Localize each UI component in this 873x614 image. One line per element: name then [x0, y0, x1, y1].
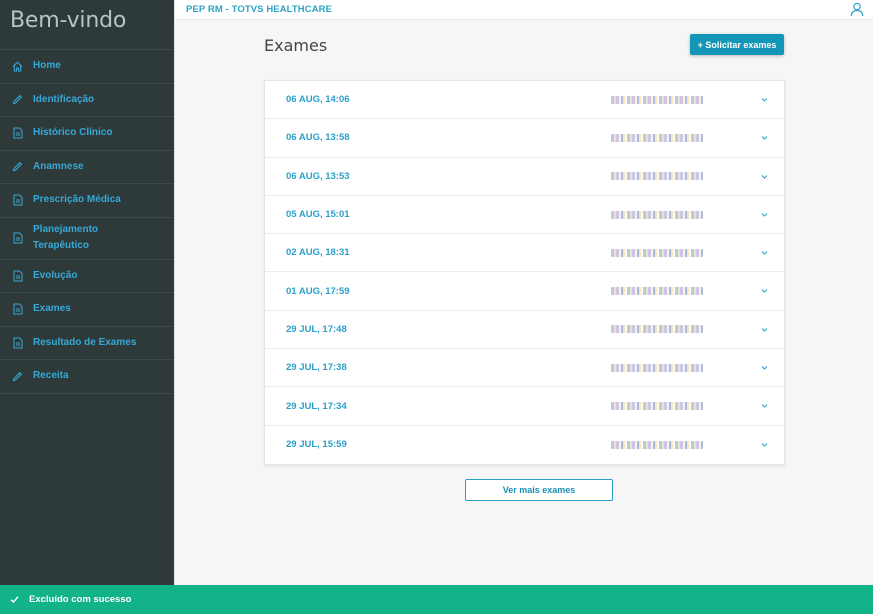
request-exams-button[interactable]: + Solicitar exames — [690, 34, 784, 55]
exam-info-redacted — [611, 133, 703, 142]
toast-message: Excluído com sucesso — [29, 594, 132, 605]
exam-date: 02 AUG, 18:31 — [286, 247, 350, 259]
exam-info-redacted — [611, 402, 703, 411]
exam-row[interactable]: 29 JUL, 17:34 — [265, 387, 784, 426]
exam-info-redacted — [611, 363, 703, 372]
sidebar-item-evolucao[interactable]: Evolução — [0, 260, 174, 293]
user-icon[interactable] — [850, 2, 864, 17]
exam-info-redacted — [611, 210, 703, 219]
exam-row[interactable]: 29 JUL, 17:38 — [265, 349, 784, 388]
exam-date: 06 AUG, 13:53 — [286, 170, 350, 182]
app-name: PEP RM - TOTVS HEALTHCARE — [186, 4, 333, 15]
chevron-down-icon[interactable] — [761, 173, 768, 180]
sidebar-item-identificacao[interactable]: Identificação — [0, 84, 174, 117]
sidebar-item-label: Planejamento Terapêutico — [33, 224, 99, 251]
exam-row[interactable]: 05 AUG, 15:01 — [265, 196, 784, 235]
exam-info-redacted — [611, 248, 703, 257]
pencil-icon — [12, 94, 23, 106]
top-bar: PEP RM - TOTVS HEALTHCARE — [175, 0, 873, 20]
document-icon — [12, 194, 23, 206]
exam-date: 29 JUL, 17:38 — [286, 362, 347, 374]
document-icon — [12, 270, 23, 282]
exam-date: 29 JUL, 15:59 — [286, 439, 347, 451]
sidebar-item-receita[interactable]: Receita — [0, 360, 174, 394]
sidebar-item-label: Home — [33, 60, 61, 72]
sidebar-item-label: Exames — [33, 303, 71, 315]
exam-row[interactable]: 06 AUG, 14:06 — [265, 81, 784, 120]
exam-date: 06 AUG, 14:06 — [286, 94, 350, 106]
chevron-down-icon[interactable] — [761, 134, 768, 141]
chevron-down-icon[interactable] — [761, 364, 768, 371]
exam-info-redacted — [611, 95, 703, 104]
sidebar-item-label: Resultado de Exames — [33, 336, 137, 348]
main-content: PEP RM - TOTVS HEALTHCARE Exames + Solic… — [174, 0, 873, 585]
sidebar: Bem-vindo Home Identificação Histórico C… — [0, 0, 174, 614]
sidebar-item-home[interactable]: Home — [0, 50, 174, 84]
sidebar-item-exames[interactable]: Exames — [0, 293, 174, 327]
exam-info-redacted — [611, 440, 703, 449]
chevron-down-icon[interactable] — [761, 326, 768, 333]
exam-row[interactable]: 29 JUL, 15:59 — [265, 426, 784, 464]
sidebar-item-planejamento-terapeutico[interactable]: Planejamento Terapêutico — [0, 218, 174, 260]
chevron-down-icon[interactable] — [761, 211, 768, 218]
exam-info-redacted — [611, 172, 703, 181]
exam-info-redacted — [611, 287, 703, 296]
document-icon — [12, 303, 23, 315]
success-toast: Excluído com sucesso — [0, 585, 873, 614]
pencil-icon — [12, 161, 23, 173]
chevron-down-icon[interactable] — [761, 249, 768, 256]
chevron-down-icon[interactable] — [761, 287, 768, 294]
exams-list: 06 AUG, 14:06 06 AUG, 13:58 06 AUG, 13:5… — [264, 80, 785, 465]
exam-date: 29 JUL, 17:34 — [286, 400, 347, 412]
sidebar-title: Bem-vindo — [0, 0, 174, 50]
pencil-icon — [12, 370, 23, 382]
sidebar-item-label: Anamnese — [33, 160, 84, 172]
sidebar-item-prescricao-medica[interactable]: Prescrição Médica — [0, 184, 174, 218]
chevron-down-icon[interactable] — [761, 441, 768, 448]
exam-row[interactable]: 06 AUG, 13:58 — [265, 119, 784, 158]
sidebar-item-historico-clinico[interactable]: Histórico Clínico — [0, 117, 174, 151]
exam-row[interactable]: 01 AUG, 17:59 — [265, 272, 784, 311]
exam-info-redacted — [611, 325, 703, 334]
exam-date: 29 JUL, 17:48 — [286, 323, 347, 335]
check-icon — [10, 595, 19, 604]
home-icon — [12, 60, 23, 72]
document-icon — [12, 337, 23, 349]
chevron-down-icon[interactable] — [761, 96, 768, 103]
sidebar-item-anamnese[interactable]: Anamnese — [0, 151, 174, 184]
exam-row[interactable]: 29 JUL, 17:48 — [265, 311, 784, 350]
exam-row[interactable]: 02 AUG, 18:31 — [265, 234, 784, 273]
exam-date: 01 AUG, 17:59 — [286, 285, 350, 297]
sidebar-item-label: Prescrição Médica — [33, 194, 121, 206]
sidebar-item-label: Identificação — [33, 93, 95, 105]
more-exams-button[interactable]: Ver mais exames — [465, 479, 613, 501]
sidebar-item-label: Histórico Clínico — [33, 127, 113, 139]
document-icon — [12, 232, 23, 244]
page-title: Exames — [264, 36, 328, 55]
exam-date: 05 AUG, 15:01 — [286, 209, 350, 221]
chevron-down-icon[interactable] — [761, 402, 768, 409]
exam-row[interactable]: 06 AUG, 13:53 — [265, 158, 784, 196]
sidebar-item-label: Evolução — [33, 269, 78, 281]
sidebar-item-resultado-de-exames[interactable]: Resultado de Exames — [0, 327, 174, 360]
document-icon — [12, 127, 23, 139]
exam-date: 06 AUG, 13:58 — [286, 132, 350, 144]
sidebar-item-label: Receita — [33, 370, 69, 382]
